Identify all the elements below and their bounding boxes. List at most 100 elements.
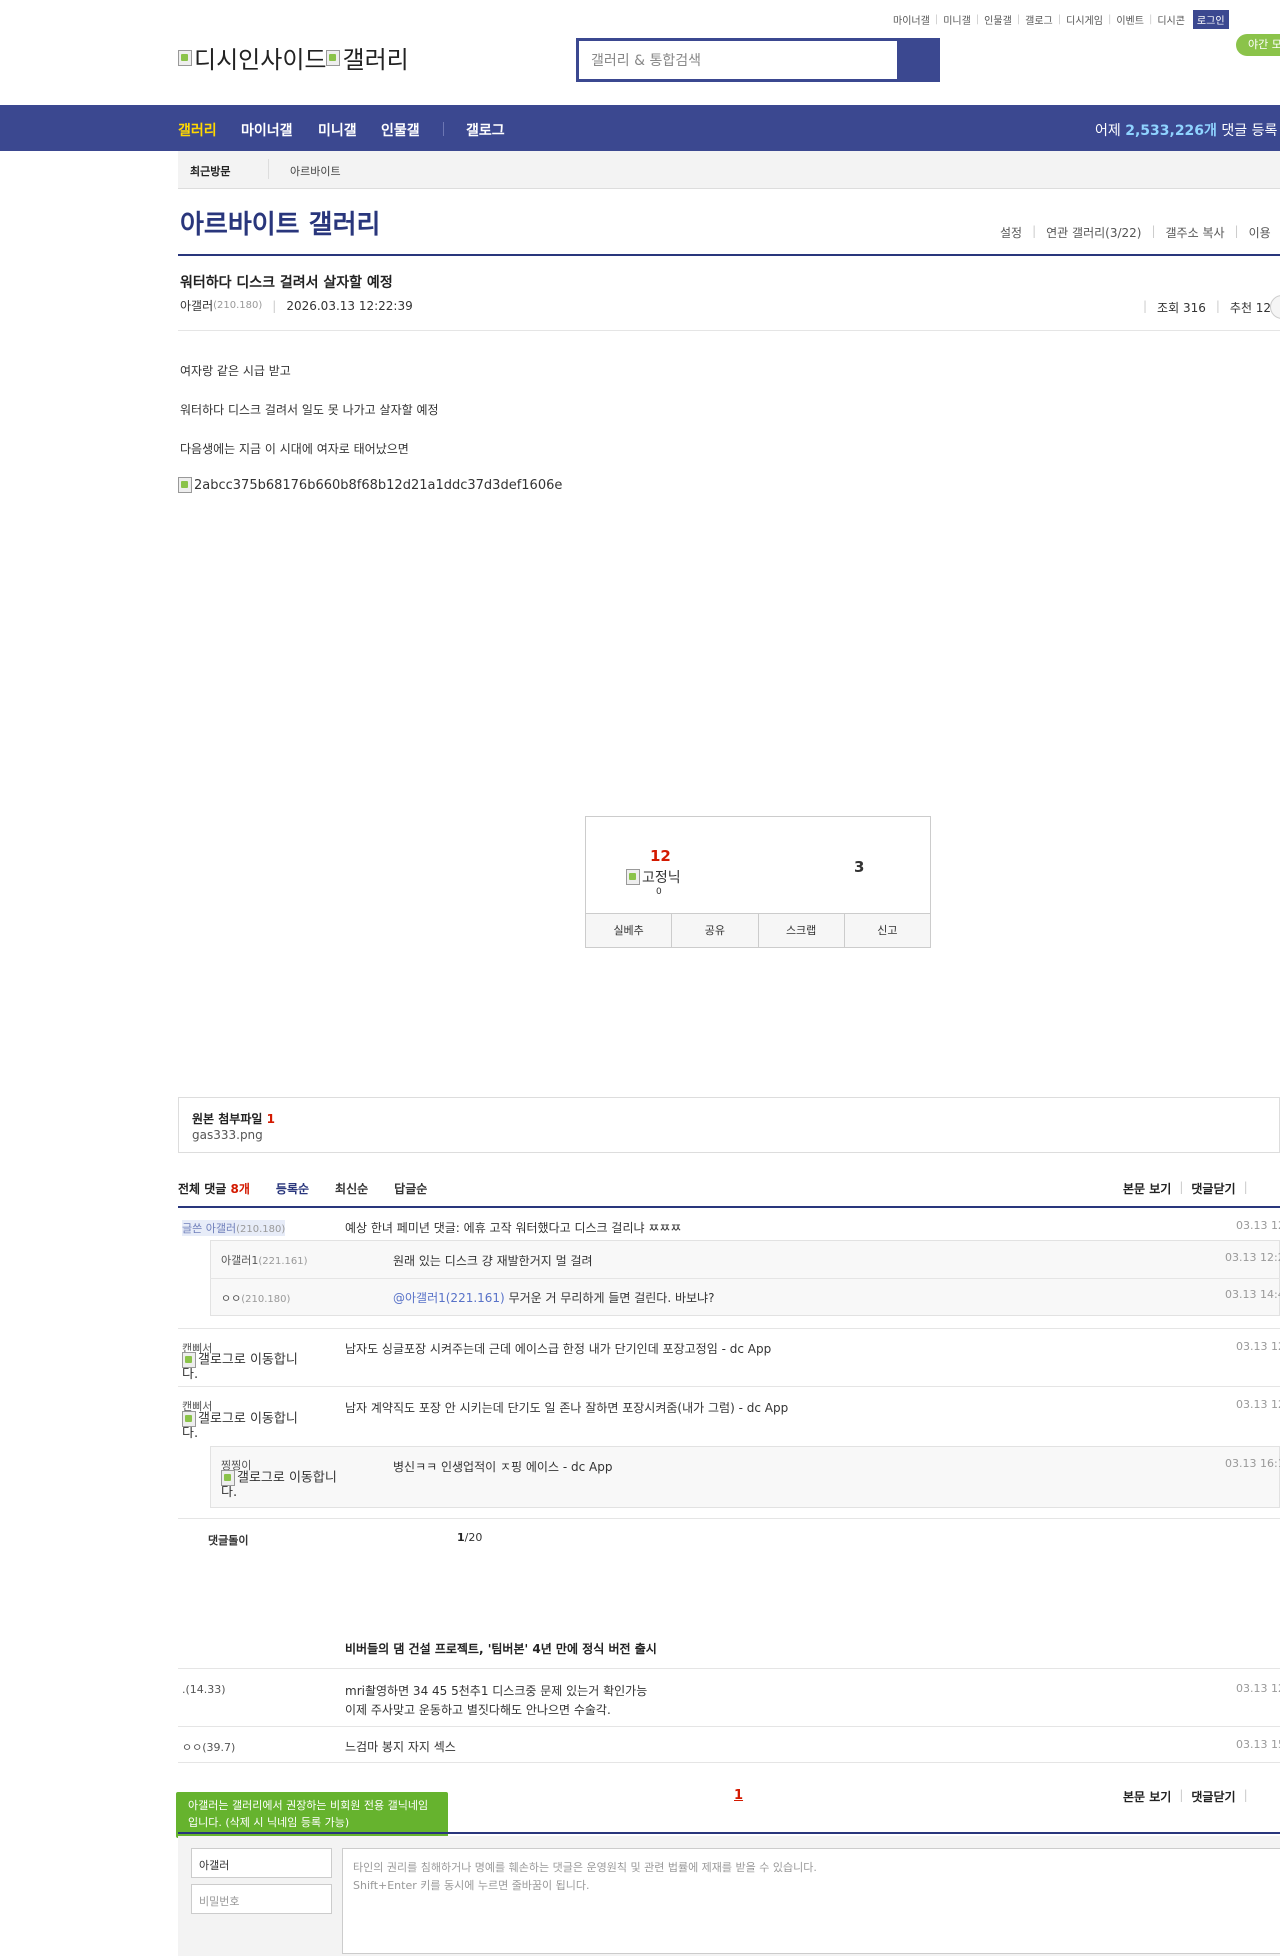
report-button[interactable]: 신고 <box>845 914 930 947</box>
list-text[interactable]: 느검마 봉지 자지 섹스 <box>345 1738 456 1755</box>
gallog-link[interactable]: 갤로그로 이동합니다. <box>221 1470 351 1500</box>
comment-date: 03.13 12 <box>1236 1219 1280 1232</box>
reply-text: @아갤러1(221.161) 무거운 거 무리하게 들면 걸린다. 바보냐? <box>393 1291 715 1305</box>
reply-box <box>210 1446 1280 1508</box>
divider <box>210 1278 1280 1279</box>
sort-replies[interactable]: 답글순 <box>394 1180 427 1197</box>
divider <box>178 1206 1280 1208</box>
list-text[interactable]: 이제 주사맞고 운동하고 별짓다해도 안나으면 수술각. <box>345 1701 611 1718</box>
comment-write-area: 아갤러 비밀번호 타인의 권리를 침해하거나 명예를 훼손하는 댓글은 운영원칙… <box>178 1836 1280 1956</box>
divider <box>178 330 1280 331</box>
nav-minor[interactable]: 마이너갤 <box>241 120 293 140</box>
name-field[interactable]: 아갤러 <box>191 1848 332 1878</box>
link-dcgame[interactable]: 디시게임 <box>1066 12 1103 27</box>
list-text[interactable]: mri촬영하면 34 45 5천추1 디스크중 문제 있는거 확인가능 <box>345 1682 647 1699</box>
link-dccon[interactable]: 디시콘 <box>1157 12 1185 27</box>
nav-gallog[interactable]: 갤로그 <box>466 120 505 140</box>
divider <box>268 159 269 179</box>
list-title[interactable]: 비버들의 댐 건설 프로젝트, '팀버본' 4년 만에 정식 버전 출시 <box>345 1640 657 1657</box>
attachment-label: 원본 첨부파일 1 <box>192 1112 275 1126</box>
comment-date: 03.13 12 <box>1236 1398 1280 1411</box>
downvote-count: 3 <box>854 858 865 876</box>
view-body-link[interactable]: 본문 보기 <box>1123 1788 1171 1805</box>
post-views: 조회 316 <box>1157 301 1206 315</box>
link-gallog[interactable]: 갤로그 <box>1025 12 1053 27</box>
link-minor[interactable]: 마이너갤 <box>893 12 930 27</box>
comment-text: 예상 한녀 페미년 댓글: 에휴 고작 워터했다고 디스크 걸리냐 ㅉㅉㅉ <box>345 1221 682 1235</box>
divider <box>178 1762 1280 1763</box>
post-author-ip: (210.180) <box>213 300 263 311</box>
view-body-link[interactable]: 본문 보기 <box>1123 1180 1171 1197</box>
gallery-menu: 설정 | 연관 갤러리(3/22) | 갤주소 복사 | 이용 <box>1000 224 1271 241</box>
divider <box>178 1668 1280 1669</box>
divider <box>178 1726 1280 1727</box>
night-mode-button[interactable]: 야간 모 <box>1236 34 1280 56</box>
broken-image-icon <box>182 1411 196 1427</box>
nav-mini[interactable]: 미니갤 <box>318 120 357 140</box>
related-gallery-link[interactable]: 연관 갤러리(3/22) <box>1046 224 1141 241</box>
nav-person[interactable]: 인물갤 <box>381 120 420 140</box>
login-button[interactable]: 로그인 <box>1192 10 1229 29</box>
logo-alt-text-2: 갤러리 <box>342 46 409 74</box>
fixed-nick-upvote[interactable]: 고정닉 <box>626 867 681 887</box>
reply-text: 원래 있는 디스크 걍 재발한거지 멀 걸려 <box>393 1254 593 1268</box>
recent-visit-item[interactable]: 아르바이트 <box>290 163 341 179</box>
gallery-title[interactable]: 아르바이트 갤러리 <box>180 204 380 241</box>
reply-author[interactable]: 아갤러1(221.161) <box>221 1252 308 1268</box>
link-event[interactable]: 이벤트 <box>1116 12 1144 27</box>
reply-date: 03.13 12:2 <box>1225 1251 1280 1264</box>
upvote-count: 12 <box>650 847 671 865</box>
post-body-line: 다음생에는 지금 이 시대에 여자로 태어났으면 <box>180 442 409 456</box>
broken-image-icon <box>182 1352 196 1368</box>
share-button[interactable]: 공유 <box>672 914 759 947</box>
gallery-settings-link[interactable]: 설정 <box>1000 224 1022 241</box>
nav-gallery[interactable]: 갤러리 <box>178 120 217 140</box>
comment-pager[interactable]: 1/20 <box>457 1531 482 1544</box>
post-image[interactable]: 2abcc375b68176b660b8f68b12d21a1ddc37d3de… <box>178 477 562 493</box>
scrap-button[interactable]: 스크랩 <box>759 914 845 947</box>
password-field[interactable]: 비밀번호 <box>191 1884 332 1914</box>
nav-stat: 어제 2,533,226개 댓글 등록 <box>1095 123 1278 139</box>
recent-visit-label[interactable]: 최근방문 <box>190 163 230 179</box>
comment-bot-label: 댓글돌이 <box>208 1534 249 1547</box>
fixed-nick-count: 0 <box>656 887 662 897</box>
reply-date: 03.13 16:1 <box>1225 1457 1280 1470</box>
comment-author[interactable]: 글쓴 아갤러(210.180) <box>182 1220 286 1236</box>
attachment-box: 원본 첨부파일 1 gas333.png <box>178 1097 1280 1153</box>
list-author[interactable]: .(14.33) <box>182 1683 226 1696</box>
main-nav: 갤러리 마이너갤 미니갤 인물갤 갤로그 어제 2,533,226개 댓글 등록 <box>0 105 1280 151</box>
comment-date: 03.13 12 <box>1236 1340 1280 1353</box>
comment-textarea[interactable]: 타인의 권리를 침해하거나 명예를 훼손하는 댓글은 운영원칙 및 관련 법률에… <box>342 1848 1280 1954</box>
sort-latest[interactable]: 최신순 <box>335 1180 368 1197</box>
usage-link[interactable]: 이용 <box>1249 224 1271 241</box>
post-author[interactable]: 아갤러 <box>180 297 213 314</box>
reply-author[interactable]: ㅇㅇ(210.180) <box>221 1290 290 1306</box>
recommend-actions: 실베추 공유 스크랩 신고 <box>586 913 930 947</box>
recent-visit-bar: 최근방문 아르바이트 <box>178 151 1280 189</box>
close-comments-link[interactable]: 댓글닫기 <box>1191 1788 1235 1805</box>
close-comments-link[interactable]: 댓글닫기 <box>1191 1180 1235 1197</box>
top-util-links: 마이너갤 | 미니갤 | 인물갤 | 갤로그 | 디시게임 | 이벤트 | 디시콘 로그인 <box>893 10 1229 29</box>
divider <box>178 1386 1280 1387</box>
post-recommend-count: 추천 12 <box>1229 301 1272 315</box>
sort-registered[interactable]: 등록순 <box>276 1180 309 1197</box>
comment-text: 남자 계약직도 포장 안 시키는데 단기도 일 존나 잘하면 포장시켜줌(내가 … <box>345 1401 789 1415</box>
site-logo[interactable]: 디시인사이드 갤러리 <box>178 40 409 75</box>
list-author[interactable]: ㅇㅇ(39.7) <box>182 1739 235 1755</box>
best-button[interactable]: 실베추 <box>586 914 673 947</box>
reply-mention[interactable]: @아갤러1(221.161) <box>393 1291 505 1305</box>
divider <box>178 1832 1280 1834</box>
link-person[interactable]: 인물갤 <box>984 12 1012 27</box>
gallog-link[interactable]: 갤로그로 이동합니다. <box>182 1411 312 1441</box>
search-button[interactable] <box>897 41 937 79</box>
search-bar: 갤러리 & 통합검색 <box>576 38 940 82</box>
post-image-alt: 2abcc375b68176b660b8f68b12d21a1ddc37d3de… <box>194 477 563 493</box>
copy-address-link[interactable]: 갤주소 복사 <box>1166 224 1225 241</box>
search-input[interactable]: 갤러리 & 통합검색 <box>579 41 897 79</box>
post-meta: 아갤러 (210.180) | 2026.03.13 12:22:39 <box>180 297 413 314</box>
attachment-file[interactable]: gas333.png <box>192 1128 263 1142</box>
broken-image-icon <box>178 49 192 66</box>
link-mini[interactable]: 미니갤 <box>943 12 971 27</box>
list-date: 03.13 12 <box>1236 1682 1280 1695</box>
gallog-link[interactable]: 갤로그로 이동합니다. <box>182 1352 312 1382</box>
